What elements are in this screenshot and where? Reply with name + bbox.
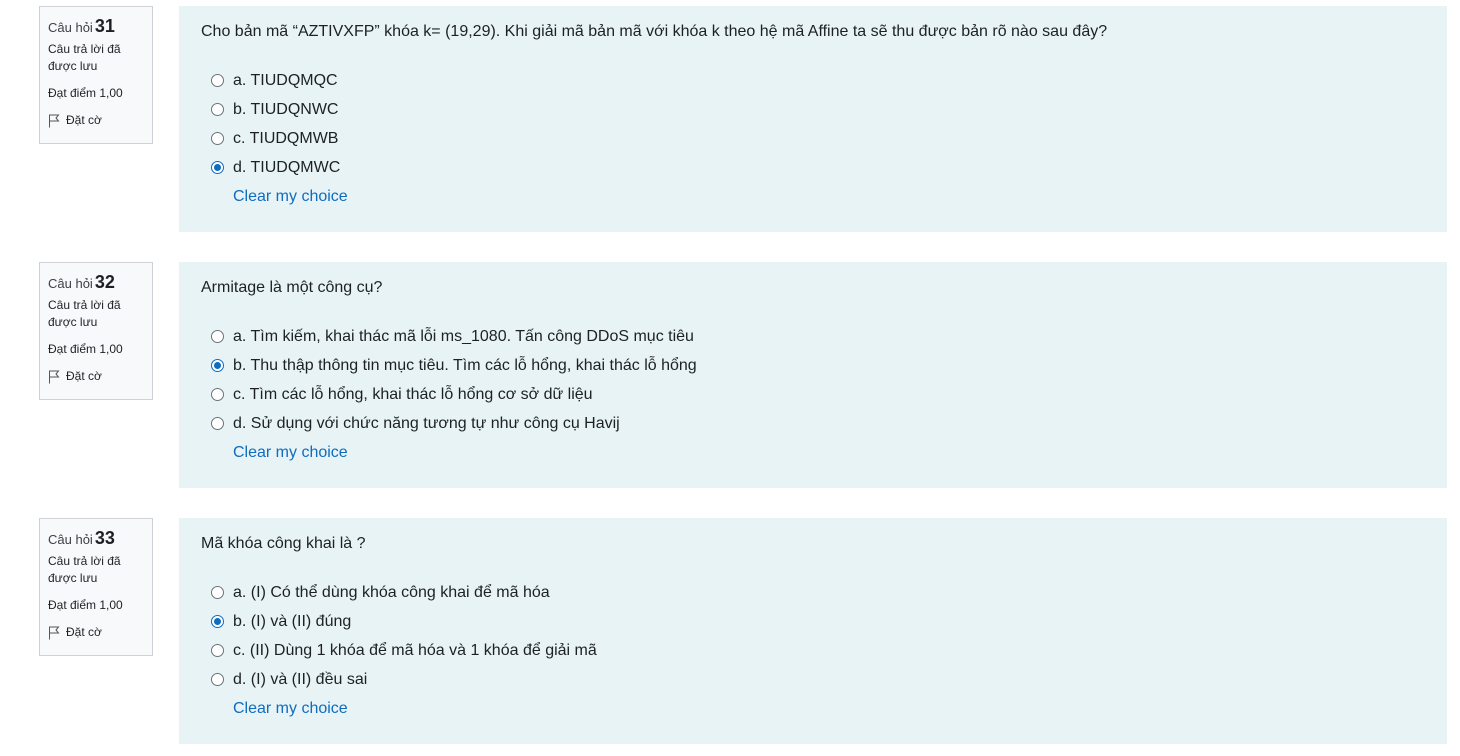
answer-label: a. (I) Có thể dùng khóa công khai để mã … bbox=[233, 583, 550, 601]
question-number-value: 33 bbox=[94, 528, 115, 548]
question-state: Câu trả lời đã được lưu bbox=[48, 554, 121, 585]
flag-label: Đặt cờ bbox=[66, 625, 102, 639]
answer-option-a[interactable]: a. TIUDQMQC bbox=[211, 66, 1425, 95]
question-33: Câu hỏi 33 Câu trả lời đã được lưu Đạt đi… bbox=[0, 512, 1460, 752]
clear-choice-link[interactable]: Clear my choice bbox=[233, 698, 348, 720]
answer-option-b[interactable]: b. (I) và (II) đúng bbox=[211, 607, 1425, 636]
radio-button[interactable] bbox=[211, 74, 224, 87]
radio-button[interactable] bbox=[211, 644, 224, 657]
flag-label: Đặt cờ bbox=[66, 113, 102, 127]
question-32: Câu hỏi 32 Câu trả lời đã được lưu Đạt đi… bbox=[0, 256, 1460, 496]
flag-icon bbox=[49, 626, 60, 639]
answer-label: b. Thu thập thông tin mục tiêu. Tìm các … bbox=[233, 356, 697, 374]
question-31: Câu hỏi 31 Câu trả lời đã được lưu Đạt đi… bbox=[0, 0, 1460, 240]
question-content: Mã khóa công khai là ? a. (I) Có thể dùn… bbox=[179, 518, 1447, 744]
radio-button-checked[interactable] bbox=[211, 615, 224, 628]
question-content: Cho bản mã “AZTIVXFP” khóa k= (19,29). K… bbox=[179, 6, 1447, 232]
question-number-value: 31 bbox=[94, 16, 115, 36]
answer-option-b[interactable]: b. TIUDQNWC bbox=[211, 95, 1425, 124]
question-info: Câu hỏi 32 Câu trả lời đã được lưu Đạt đi… bbox=[39, 262, 153, 400]
answer-label: b. TIUDQNWC bbox=[233, 100, 339, 118]
flag-question-link[interactable]: Đặt cờ bbox=[48, 368, 144, 385]
question-text: Mã khóa công khai là ? bbox=[201, 535, 366, 552]
radio-button[interactable] bbox=[211, 103, 224, 116]
answer-option-c[interactable]: c. Tìm các lỗ hổng, khai thác lỗ hổng cơ… bbox=[211, 380, 1425, 409]
answer-option-c[interactable]: c. TIUDQMWB bbox=[211, 124, 1425, 153]
question-label: Câu hỏi bbox=[48, 20, 93, 35]
question-grade: Đạt điểm 1,00 bbox=[48, 342, 123, 356]
question-text: Armitage là một công cụ? bbox=[201, 279, 383, 296]
clear-choice-link[interactable]: Clear my choice bbox=[233, 442, 348, 464]
question-state: Câu trả lời đã được lưu bbox=[48, 298, 121, 329]
question-content: Armitage là một công cụ? a. Tìm kiếm, kh… bbox=[179, 262, 1447, 488]
answer-option-b[interactable]: b. Thu thập thông tin mục tiêu. Tìm các … bbox=[211, 351, 1425, 380]
radio-button-checked[interactable] bbox=[211, 161, 224, 174]
answer-option-c[interactable]: c. (II) Dùng 1 khóa để mã hóa và 1 khóa … bbox=[211, 636, 1425, 665]
question-number: Câu hỏi 32 bbox=[48, 271, 144, 295]
radio-button[interactable] bbox=[211, 132, 224, 145]
flag-icon bbox=[49, 370, 60, 383]
answer-label: b. (I) và (II) đúng bbox=[233, 612, 352, 630]
radio-button[interactable] bbox=[211, 330, 224, 343]
answer-label: d. Sử dụng với chức năng tương tự như cô… bbox=[233, 414, 620, 432]
question-number-value: 32 bbox=[94, 272, 115, 292]
question-number: Câu hỏi 33 bbox=[48, 527, 144, 551]
question-info: Câu hỏi 33 Câu trả lời đã được lưu Đạt đi… bbox=[39, 518, 153, 656]
flag-question-link[interactable]: Đặt cờ bbox=[48, 624, 144, 641]
answer-list: a. Tìm kiếm, khai thác mã lỗi ms_1080. T… bbox=[211, 322, 1425, 438]
answer-option-d[interactable]: d. (I) và (II) đều sai bbox=[211, 665, 1425, 694]
clear-choice-link[interactable]: Clear my choice bbox=[233, 186, 348, 208]
answer-list: a. (I) Có thể dùng khóa công khai để mã … bbox=[211, 578, 1425, 694]
radio-button[interactable] bbox=[211, 417, 224, 430]
question-info: Câu hỏi 31 Câu trả lời đã được lưu Đạt đi… bbox=[39, 6, 153, 144]
question-number: Câu hỏi 31 bbox=[48, 15, 144, 39]
answer-option-d[interactable]: d. Sử dụng với chức năng tương tự như cô… bbox=[211, 409, 1425, 438]
question-grade: Đạt điểm 1,00 bbox=[48, 86, 123, 100]
flag-icon bbox=[49, 114, 60, 127]
radio-button[interactable] bbox=[211, 388, 224, 401]
question-text: Cho bản mã “AZTIVXFP” khóa k= (19,29). K… bbox=[201, 23, 1108, 40]
answer-option-a[interactable]: a. (I) Có thể dùng khóa công khai để mã … bbox=[211, 578, 1425, 607]
answer-label: c. Tìm các lỗ hổng, khai thác lỗ hổng cơ… bbox=[233, 385, 593, 403]
flag-question-link[interactable]: Đặt cờ bbox=[48, 112, 144, 129]
question-label: Câu hỏi bbox=[48, 532, 93, 547]
answer-option-d[interactable]: d. TIUDQMWC bbox=[211, 153, 1425, 182]
answer-label: c. (II) Dùng 1 khóa để mã hóa và 1 khóa … bbox=[233, 641, 597, 659]
answer-list: a. TIUDQMQC b. TIUDQNWC c. TIUDQMWB d. T… bbox=[211, 66, 1425, 182]
answer-label: a. TIUDQMQC bbox=[233, 71, 338, 89]
radio-button[interactable] bbox=[211, 673, 224, 686]
answer-option-a[interactable]: a. Tìm kiếm, khai thác mã lỗi ms_1080. T… bbox=[211, 322, 1425, 351]
question-label: Câu hỏi bbox=[48, 276, 93, 291]
flag-label: Đặt cờ bbox=[66, 369, 102, 383]
answer-label: c. TIUDQMWB bbox=[233, 129, 339, 147]
answer-label: d. TIUDQMWC bbox=[233, 158, 341, 176]
radio-button[interactable] bbox=[211, 586, 224, 599]
answer-label: d. (I) và (II) đều sai bbox=[233, 670, 368, 688]
radio-button-checked[interactable] bbox=[211, 359, 224, 372]
answer-label: a. Tìm kiếm, khai thác mã lỗi ms_1080. T… bbox=[233, 327, 694, 345]
question-grade: Đạt điểm 1,00 bbox=[48, 598, 123, 612]
question-state: Câu trả lời đã được lưu bbox=[48, 42, 121, 73]
